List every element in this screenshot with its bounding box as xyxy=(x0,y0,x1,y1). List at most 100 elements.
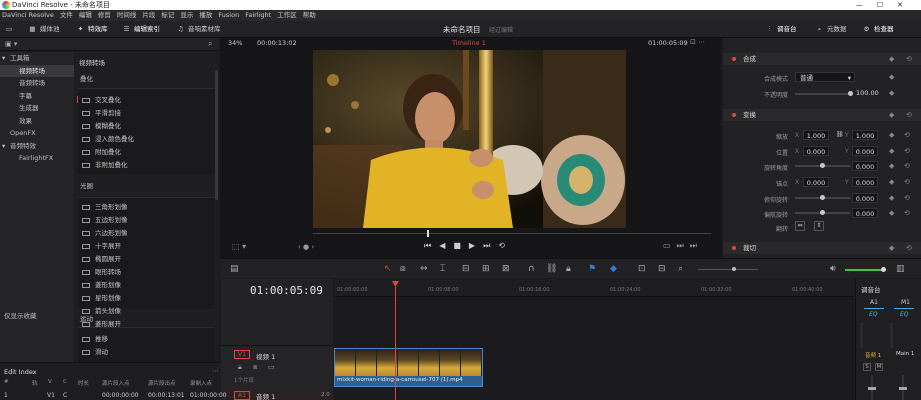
keyframe-icon[interactable]: ◆ xyxy=(889,194,894,202)
library-group-label[interactable]: 光圈 xyxy=(80,180,93,190)
track-id-a1[interactable]: A1 xyxy=(234,391,250,400)
sidebar-item[interactable]: 生成器 xyxy=(0,102,74,115)
transition-item[interactable]: 五边形划像 xyxy=(82,214,128,226)
edit-index-options-icon[interactable]: ⋯ xyxy=(212,367,219,375)
menu-davinci[interactable]: DaVinci Resolve xyxy=(2,11,54,19)
edit-index-column-header[interactable]: 时长 xyxy=(78,379,89,387)
transition-item[interactable]: 模糊叠化 xyxy=(82,120,121,132)
link-icon[interactable]: ⛓ xyxy=(836,131,844,138)
playhead[interactable] xyxy=(395,282,396,400)
video-clip[interactable]: mixkit-woman-riding-a-carrousel-707 (1).… xyxy=(334,348,483,387)
keyframe-icon[interactable]: ◆ xyxy=(889,162,894,170)
transport-controls[interactable]: ⏮◀■▶⏭⟲ xyxy=(424,241,513,251)
edit-index-column-header[interactable]: V xyxy=(48,379,52,385)
viewer-mode-icon[interactable]: ⬚ ▾ xyxy=(232,242,246,251)
panel-toggle-icon[interactable]: ▣ ▾ xyxy=(5,40,17,48)
flag-icon[interactable]: ⚑ xyxy=(588,264,596,274)
speaker-icon[interactable]: 🔊︎ xyxy=(830,264,836,274)
opacity-slider[interactable] xyxy=(795,93,850,95)
metadata-button[interactable]: ⌕ 元数据 xyxy=(815,24,847,35)
edit-index-column-header[interactable]: 录制入点 xyxy=(190,379,212,387)
zoom-detail-icon[interactable]: ⊟ xyxy=(658,264,666,274)
crop-reset-icon[interactable]: ⟲ xyxy=(906,242,912,254)
edit-index-column-header[interactable]: C xyxy=(63,379,67,385)
menu-file[interactable]: 文件 xyxy=(60,11,73,19)
eq-a1[interactable]: EQ xyxy=(869,311,878,318)
menu-playback[interactable]: 播放 xyxy=(199,11,212,19)
timeline-name[interactable]: Timeline 1 xyxy=(452,39,486,47)
pitch-value-field[interactable]: 0.000 xyxy=(852,193,878,203)
zoom-x-field[interactable]: 1.000 xyxy=(803,130,829,140)
edit-index-column-header[interactable]: 源片段入点 xyxy=(102,379,130,387)
transition-item[interactable]: 椭圆展开 xyxy=(82,253,121,265)
transition-item[interactable]: 六边形划像 xyxy=(82,227,128,239)
link-icon[interactable]: ⛓ xyxy=(546,264,557,274)
transition-item[interactable]: 交叉叠化 xyxy=(82,94,121,106)
favorites-toggle[interactable]: 仅显示收藏 xyxy=(4,310,37,320)
play-icon[interactable]: ▶ xyxy=(469,241,483,250)
rotation-value-field[interactable]: 0.000 xyxy=(852,161,878,171)
keyframe-icon[interactable]: ◆ xyxy=(889,209,894,217)
keyframe-icon[interactable]: ◆ xyxy=(889,147,894,155)
solo-button[interactable]: S xyxy=(863,363,871,371)
trim-tool-icon[interactable]: ⧈ xyxy=(400,264,406,274)
menu-mark[interactable]: 标记 xyxy=(161,11,174,19)
timeline-timecode[interactable]: 01:00:05:09 xyxy=(250,284,323,297)
crop-header[interactable]: 裁切 ◆ ⟲ xyxy=(723,242,921,254)
transform-header[interactable]: 变换 ◆ ⟲ xyxy=(723,109,921,121)
menu-timeline[interactable]: 时间线 xyxy=(117,11,137,19)
viewer-scrubber[interactable] xyxy=(313,233,711,234)
reset-icon[interactable]: ⟲ xyxy=(904,162,910,170)
transition-item[interactable]: 附加叠化 xyxy=(82,146,121,158)
insert-clip-icon[interactable]: ⊟ xyxy=(462,264,470,274)
composite-keyframe-icon[interactable]: ◆ xyxy=(889,53,894,65)
track-id-v1[interactable]: V1 xyxy=(234,350,250,359)
maximize-icon[interactable]: ☐ xyxy=(877,1,897,9)
anchor-y-field[interactable]: 0.000 xyxy=(852,177,878,187)
sidebar-item[interactable]: 字幕 xyxy=(0,90,74,103)
menu-fusion[interactable]: Fusion xyxy=(218,11,239,19)
sidebar-item[interactable]: ▾ 音频特效 xyxy=(0,140,74,153)
library-group-label[interactable]: 运动 xyxy=(80,313,93,323)
position-x-field[interactable]: 0.000 xyxy=(803,146,829,156)
close-icon[interactable]: ✕ xyxy=(897,1,917,9)
timeline-view-icon[interactable]: ▤ xyxy=(230,264,239,274)
search-icon[interactable]: ⌕ xyxy=(208,39,212,49)
reset-icon[interactable]: ⟲ xyxy=(904,147,910,155)
minimize-icon[interactable]: — xyxy=(856,1,877,9)
dynamic-trim-icon[interactable]: ⇔ xyxy=(420,264,428,274)
marker-icon[interactable]: ◆ xyxy=(610,264,617,274)
eq-m1[interactable]: EQ xyxy=(900,311,909,318)
flip-horizontal-icon[interactable]: ⇔ xyxy=(795,221,805,231)
menu-edit[interactable]: 编辑 xyxy=(79,11,92,19)
keyframe-icon[interactable]: ◆ xyxy=(889,178,894,186)
mute-button[interactable]: M xyxy=(875,363,883,371)
edit-index-column-header[interactable]: # xyxy=(4,379,9,385)
menu-help[interactable]: 帮助 xyxy=(303,11,316,19)
anchor-x-field[interactable]: 0.000 xyxy=(803,177,829,187)
zoom-level[interactable]: 34% xyxy=(228,39,242,47)
replace-clip-icon[interactable]: ⊠ xyxy=(502,264,510,274)
media-pool-button[interactable]: ▦ 媒体池 xyxy=(28,24,59,35)
edit-index-button[interactable]: ☰ 编辑索引 xyxy=(122,24,160,35)
effects-button[interactable]: ✦ 特效库 xyxy=(76,24,108,35)
transition-item[interactable]: 星形划像 xyxy=(82,292,121,304)
window-controls[interactable]: —☐✕ xyxy=(856,0,917,10)
audio-meter-icon[interactable]: ▥ xyxy=(896,264,905,274)
transform-enable-dot[interactable] xyxy=(732,113,736,117)
composite-header[interactable]: 合成 ◆ ⟲ xyxy=(723,53,921,65)
opacity-keyframe-icon[interactable]: ◆ xyxy=(889,89,894,97)
zoom-full-icon[interactable]: ⊡ xyxy=(638,264,646,274)
flip-vertical-icon[interactable]: ⇕ xyxy=(814,221,824,231)
sidebar-item[interactable]: FairlightFX xyxy=(0,152,74,165)
keyframe-icon[interactable]: ◆ xyxy=(889,131,894,139)
inspector-button[interactable]: ⚙ 检查器 xyxy=(862,24,894,35)
mixer-button[interactable]: ⫶ 调音台 xyxy=(765,24,797,35)
rotation-value-knob[interactable] xyxy=(820,163,825,168)
zoom-y-field[interactable]: 1.000 xyxy=(852,130,878,140)
snapping-icon[interactable]: ∩ xyxy=(528,264,535,274)
lock-icon[interactable]: 🔒︎ xyxy=(566,264,571,274)
menu-view[interactable]: 显示 xyxy=(180,11,193,19)
volume-slider[interactable] xyxy=(845,269,885,271)
monitor-icon[interactable]: ▭ xyxy=(6,24,12,35)
